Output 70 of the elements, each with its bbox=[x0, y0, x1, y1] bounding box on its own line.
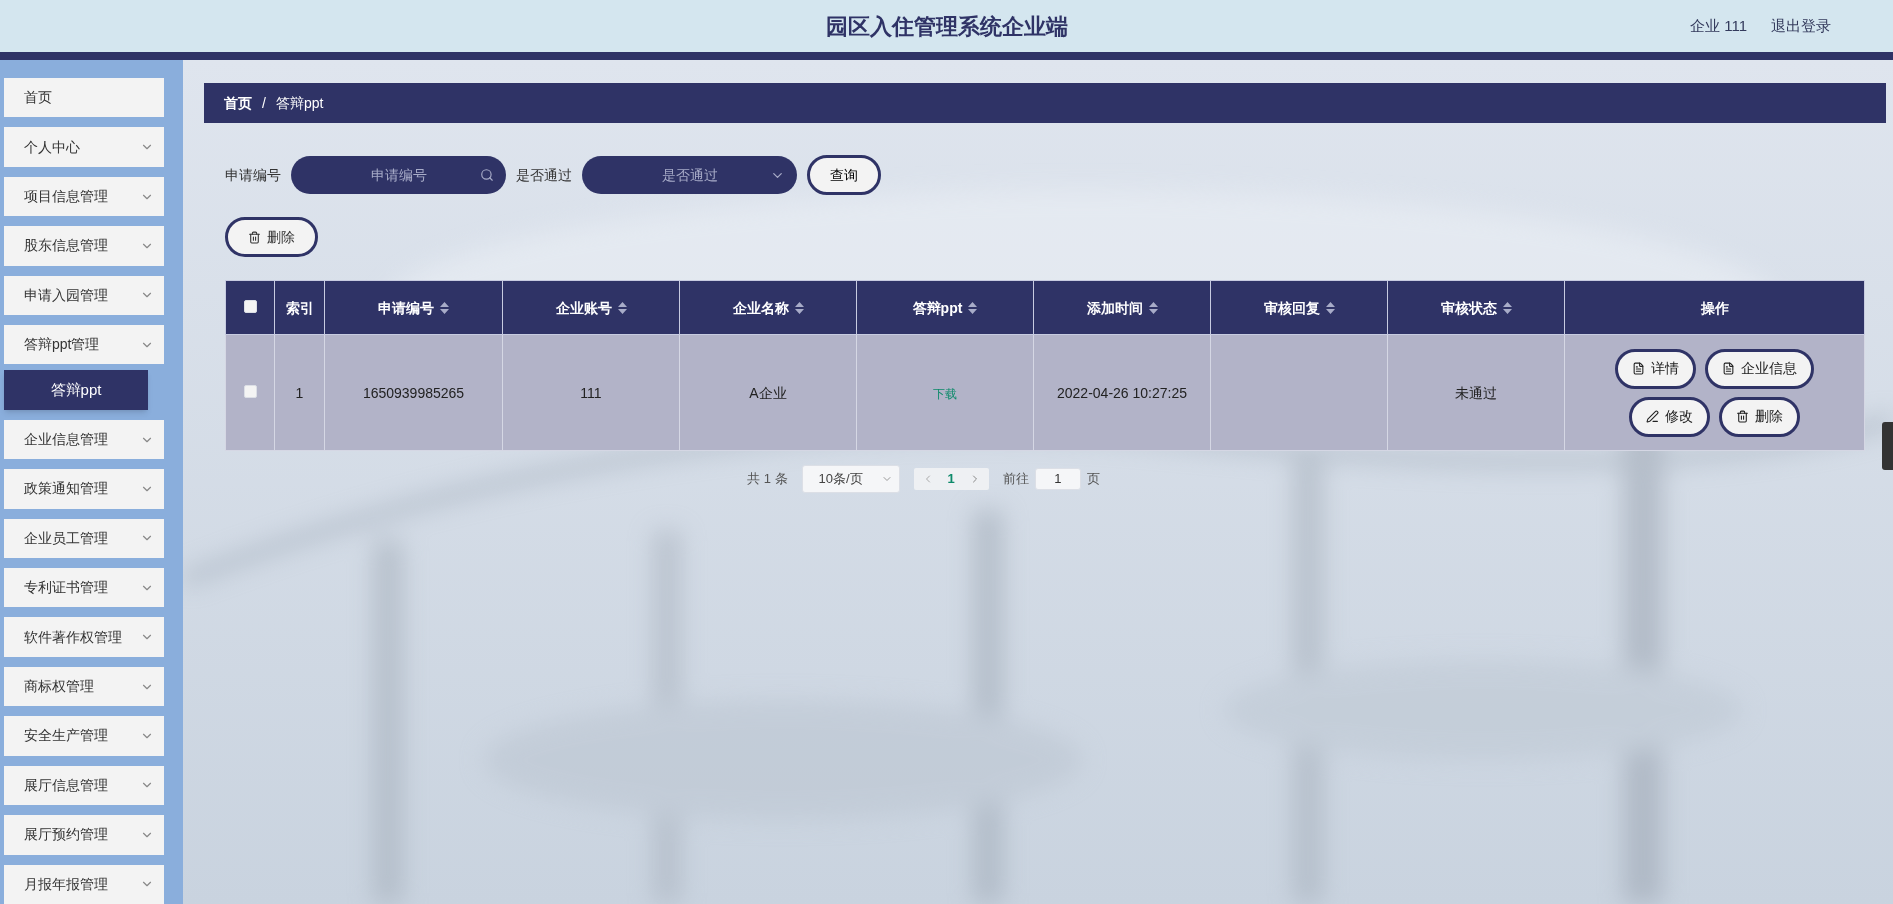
pencil-icon bbox=[1646, 410, 1659, 423]
column-header[interactable]: 审核状态 bbox=[1440, 297, 1512, 319]
sidebar-item[interactable]: 企业员工管理 bbox=[4, 518, 164, 559]
search-field[interactable]: 申请编号 bbox=[291, 156, 506, 194]
breadcrumb-current: 答辩ppt bbox=[275, 93, 324, 113]
user-name: 企业 111 bbox=[1690, 15, 1747, 36]
page-number[interactable]: 1 bbox=[947, 469, 955, 489]
sidebar-item[interactable]: 软件著作权管理 bbox=[4, 617, 164, 657]
sidebar-item[interactable]: 安全生产管理 bbox=[4, 716, 164, 756]
sort-icon[interactable] bbox=[1325, 302, 1335, 314]
sidebar-item[interactable]: 专利证书管理 bbox=[4, 568, 164, 608]
submenu-item[interactable]: 答辩ppt bbox=[4, 370, 148, 410]
field-label: 申请编号 bbox=[225, 165, 281, 185]
trash-icon bbox=[248, 230, 261, 244]
logout-link[interactable]: 退出登录 bbox=[1771, 14, 1831, 38]
column-header[interactable]: 企业名称 bbox=[732, 297, 804, 319]
side-handle[interactable] bbox=[1882, 422, 1893, 470]
goto-label: 前往 bbox=[1002, 470, 1029, 489]
table-cell: 1650939985265 bbox=[362, 384, 465, 401]
sort-icon[interactable] bbox=[1148, 302, 1158, 314]
sidebar-item[interactable]: 答辩ppt管理 bbox=[4, 325, 164, 365]
checkbox[interactable] bbox=[243, 299, 257, 313]
select-field[interactable]: 是否通过 bbox=[582, 156, 797, 194]
action-button[interactable]: 删除 bbox=[1719, 396, 1800, 437]
sidebar-item[interactable]: 展厅预约管理 bbox=[4, 815, 164, 855]
column-header: 操作 bbox=[1700, 298, 1729, 318]
column-header[interactable]: 答辩ppt bbox=[912, 297, 978, 319]
table-cell: A企业 bbox=[749, 384, 787, 401]
column-header[interactable]: 添加时间 bbox=[1086, 297, 1158, 319]
sort-icon[interactable] bbox=[968, 302, 978, 314]
sidebar-item[interactable]: 项目信息管理 bbox=[4, 176, 164, 217]
sort-icon[interactable] bbox=[794, 302, 804, 314]
column-header[interactable]: 审核回复 bbox=[1263, 297, 1335, 319]
field-label: 是否通过 bbox=[516, 165, 572, 185]
page-size-select[interactable]: 10条/页 bbox=[801, 465, 900, 493]
total-count: 共 1 条 bbox=[747, 470, 788, 489]
table-cell: 111 bbox=[580, 384, 602, 401]
sidebar-item[interactable]: 申请入园管理 bbox=[4, 275, 164, 316]
breadcrumb-link[interactable]: 首页 bbox=[224, 92, 252, 114]
action-button[interactable]: 详情 bbox=[1615, 348, 1696, 389]
sidebar-item[interactable]: 展厅信息管理 bbox=[4, 765, 164, 806]
page-suffix: 页 bbox=[1086, 470, 1100, 489]
sidebar-item[interactable]: 企业信息管理 bbox=[4, 419, 164, 460]
query-button[interactable]: 查询 bbox=[807, 155, 881, 195]
page-input[interactable]: 1 bbox=[1034, 468, 1081, 490]
table-cell: 未通过 bbox=[1455, 384, 1497, 401]
document-icon bbox=[1722, 362, 1735, 375]
document-icon bbox=[1632, 362, 1645, 375]
trash-icon bbox=[1736, 410, 1749, 423]
sidebar-item[interactable]: 个人中心 bbox=[4, 127, 164, 167]
table-cell: 1 bbox=[295, 384, 304, 401]
sort-icon[interactable] bbox=[1502, 302, 1512, 314]
sidebar-item[interactable]: 股东信息管理 bbox=[4, 226, 164, 266]
action-button[interactable]: 修改 bbox=[1629, 396, 1710, 437]
sidebar-item[interactable]: 政策通知管理 bbox=[4, 469, 164, 509]
sort-icon[interactable] bbox=[440, 302, 449, 314]
column-header: 索引 bbox=[285, 298, 314, 318]
sidebar-item[interactable]: 商标权管理 bbox=[4, 666, 164, 707]
sidebar-item[interactable]: 月报年报管理 bbox=[4, 864, 164, 904]
delete-button[interactable]: 删除 bbox=[225, 217, 318, 257]
table-cell: 2022-04-26 10:27:25 bbox=[1057, 384, 1187, 401]
sidebar-item[interactable]: 首页 bbox=[4, 78, 164, 118]
app-title: 园区入住管理系统企业端 bbox=[825, 12, 1068, 41]
breadcrumb-separator: / bbox=[262, 93, 266, 113]
column-header[interactable]: 企业账号 bbox=[555, 297, 627, 319]
sort-icon[interactable] bbox=[617, 302, 627, 314]
search-icon bbox=[480, 168, 494, 182]
column-header[interactable]: 申请编号 bbox=[378, 297, 449, 319]
checkbox[interactable] bbox=[243, 384, 257, 398]
action-button[interactable]: 企业信息 bbox=[1705, 348, 1814, 389]
